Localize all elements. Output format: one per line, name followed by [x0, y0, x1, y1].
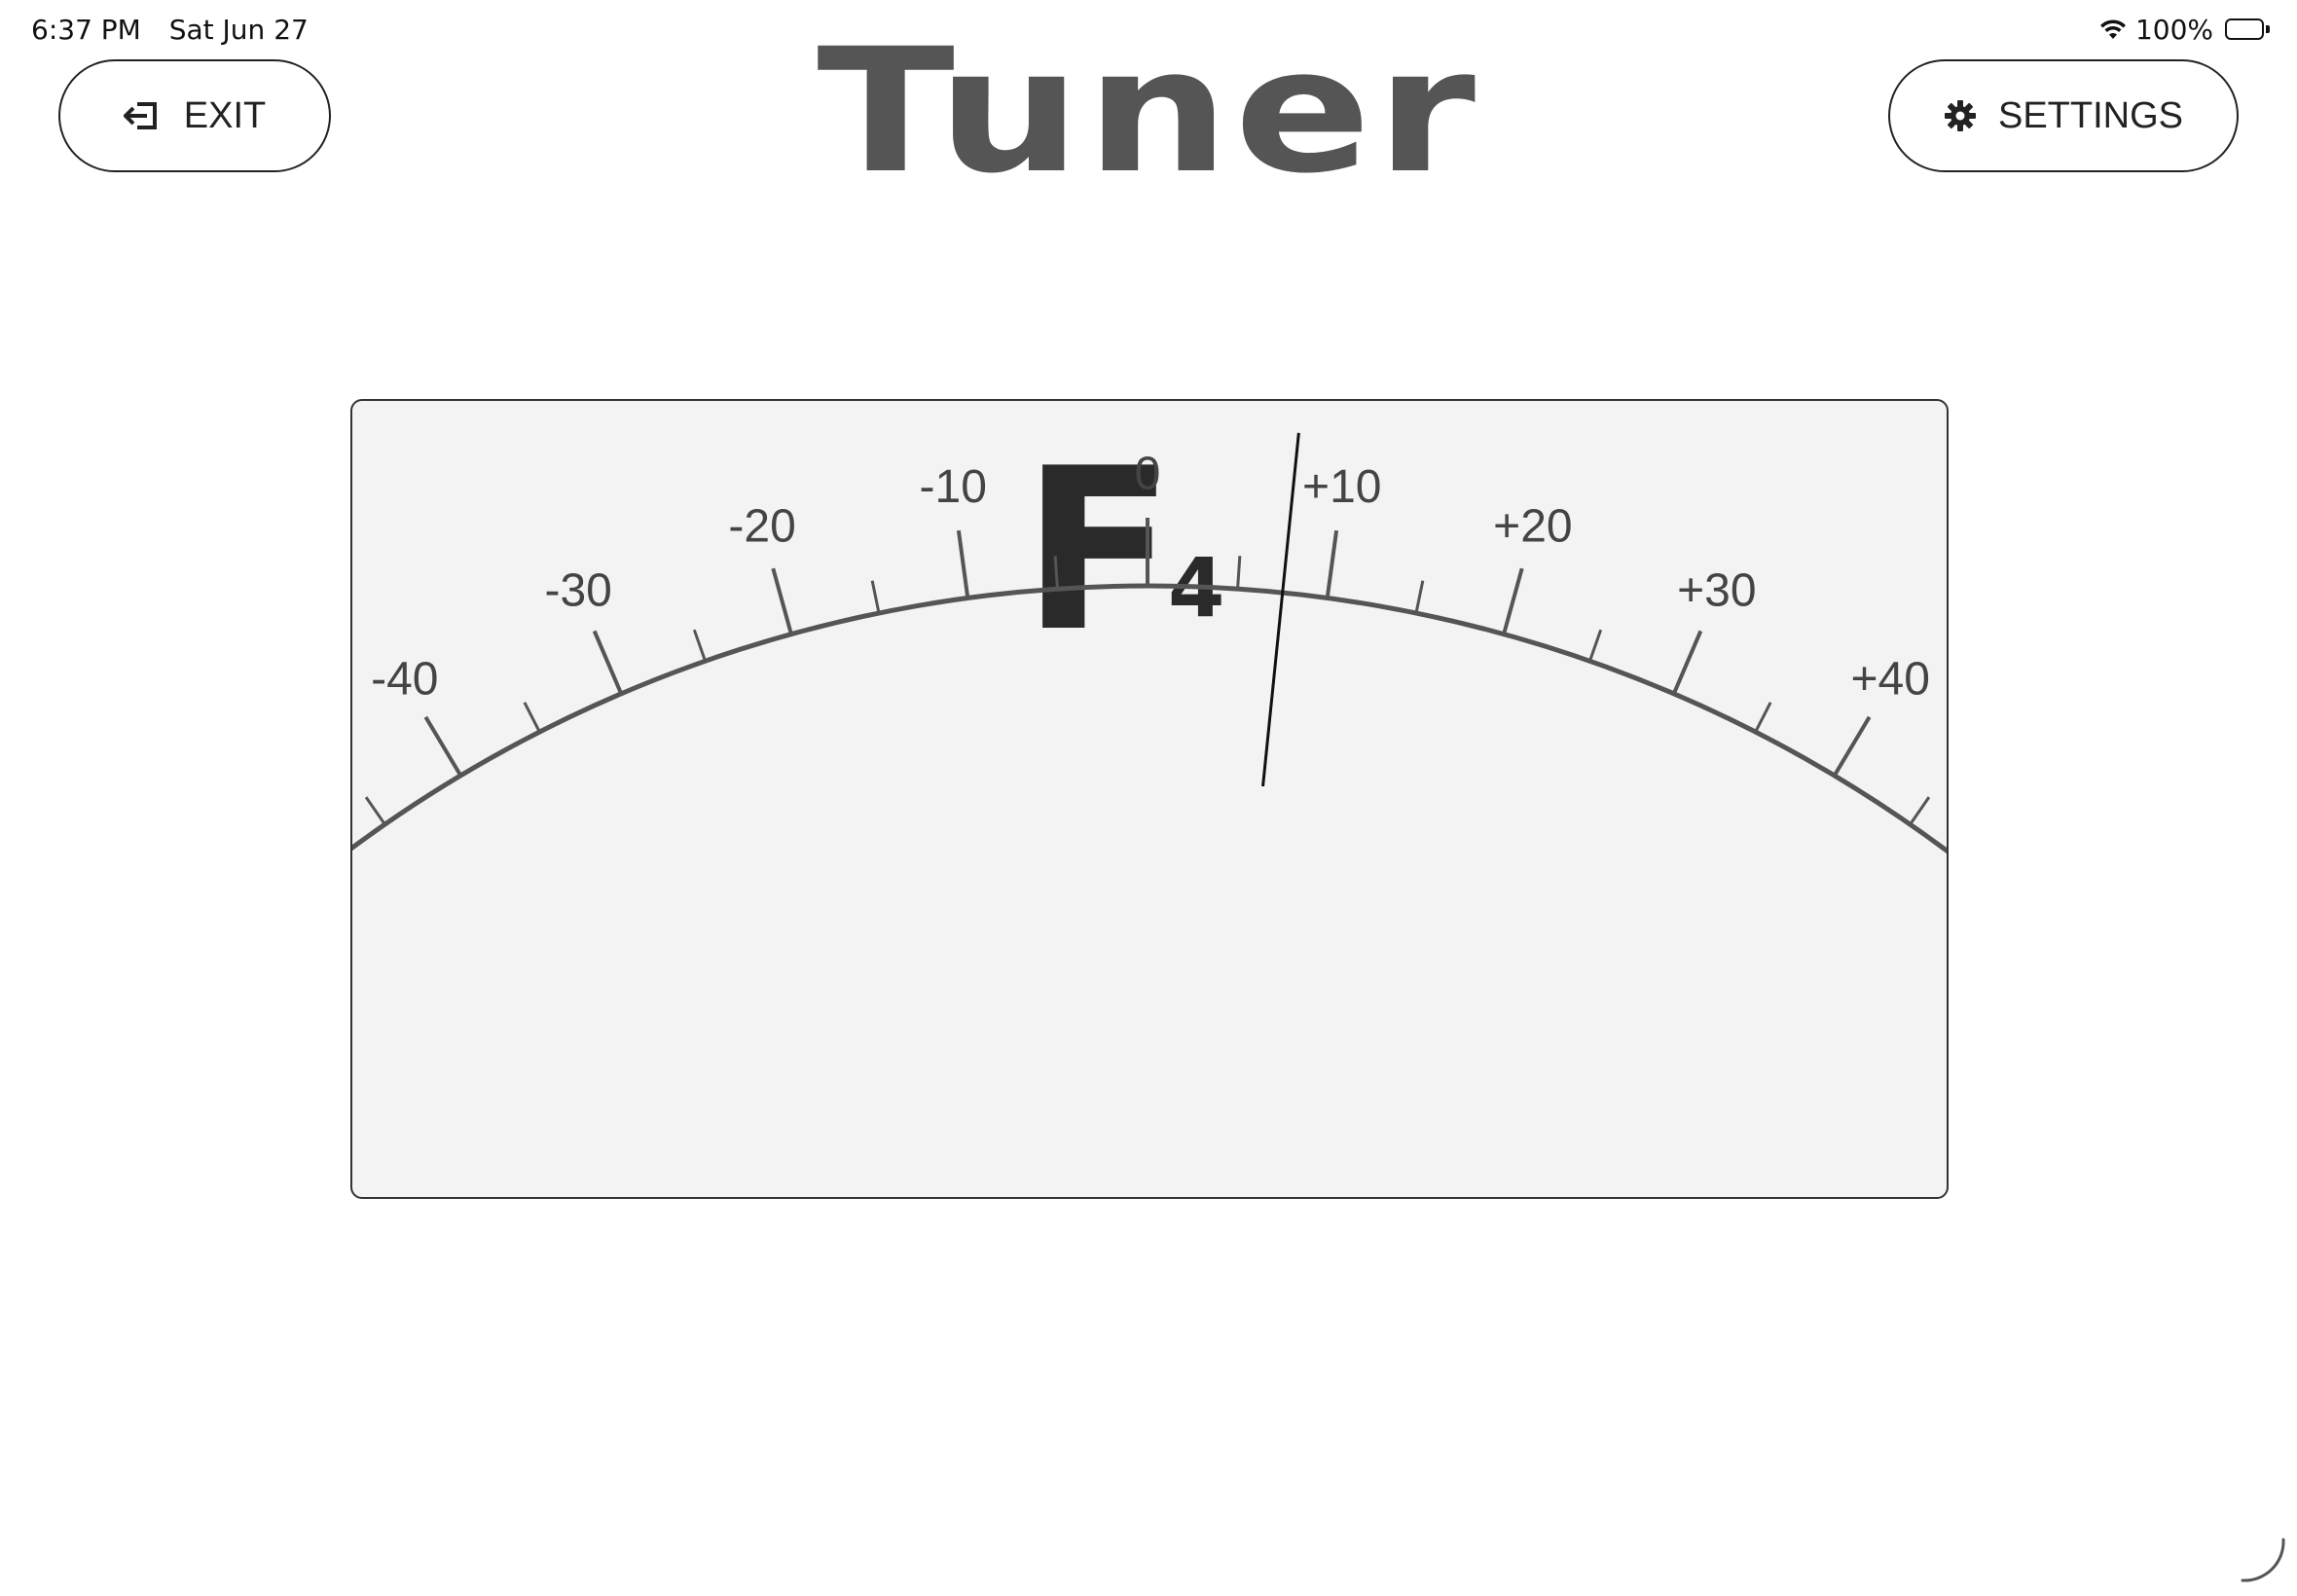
- loading-spinner-icon: [2235, 1534, 2289, 1588]
- status-time: 6:37 PM: [31, 14, 141, 46]
- minor-tick: [364, 796, 386, 825]
- minor-tick: [523, 702, 541, 733]
- major-tick: [1832, 715, 1872, 777]
- minor-tick: [1236, 556, 1242, 590]
- cents-meter: -50-40-30-20-100+10+20+30+40+50: [352, 432, 1947, 854]
- major-tick: [592, 630, 624, 695]
- tick-label: 0: [1135, 449, 1161, 500]
- major-tick: [956, 529, 970, 598]
- tick-label: -30: [544, 565, 611, 617]
- minor-tick: [1053, 556, 1059, 590]
- settings-button[interactable]: SETTINGS: [1888, 59, 2239, 172]
- status-time-date: 6:37 PM Sat Jun 27: [31, 14, 309, 46]
- minor-tick: [870, 580, 881, 614]
- major-tick: [1325, 529, 1339, 598]
- gear-icon: [1944, 99, 1977, 132]
- meter-tick-labels: -50-40-30-20-100+10+20+30+40+50: [371, 449, 1930, 706]
- settings-button-label: SETTINGS: [1997, 94, 2184, 136]
- minor-tick: [1588, 629, 1603, 662]
- wifi-icon: [2098, 18, 2128, 41]
- app-title: Tuner: [817, 12, 1480, 211]
- tick-label: +20: [1493, 500, 1572, 552]
- status-date: Sat Jun 27: [168, 14, 309, 46]
- tick-label: -40: [371, 653, 438, 705]
- minor-tick: [692, 629, 707, 662]
- major-tick: [1502, 567, 1524, 635]
- major-tick: [423, 715, 463, 777]
- meter-arc: [352, 583, 1947, 854]
- tick-label: +10: [1302, 461, 1381, 513]
- major-tick: [1671, 630, 1703, 695]
- exit-arrow-icon: [123, 99, 163, 132]
- battery-percent: 100%: [2134, 13, 2213, 46]
- tick-label: +40: [1850, 653, 1929, 705]
- exit-button-label: EXIT: [183, 94, 267, 136]
- tuner-meter-panel: F 4 -50-40-30-20-100+10+20+30+40+50: [350, 399, 1949, 1199]
- exit-button[interactable]: EXIT: [58, 59, 331, 172]
- major-tick: [771, 567, 793, 635]
- tick-label: +30: [1677, 565, 1756, 617]
- status-indicators: 100%: [2098, 12, 2270, 47]
- tick-label: -10: [920, 461, 987, 513]
- tick-label: -20: [728, 500, 795, 552]
- minor-tick: [1909, 796, 1931, 825]
- meter-needle: [1261, 432, 1300, 787]
- meter-needle-group: [1261, 432, 1300, 787]
- minor-tick: [1754, 702, 1772, 733]
- minor-tick: [1414, 580, 1425, 614]
- battery-icon: [2225, 18, 2270, 40]
